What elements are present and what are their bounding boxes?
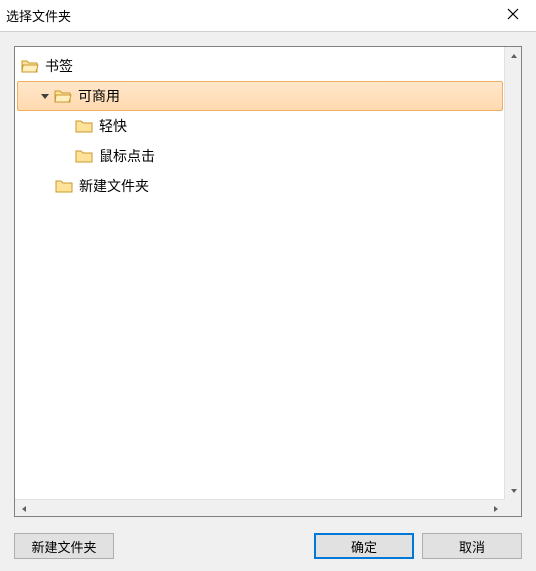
tree-row[interactable]: 新建文件夹 (15, 171, 521, 201)
select-folder-dialog: 选择文件夹 书签 (0, 0, 536, 571)
new-folder-button[interactable]: 新建文件夹 (14, 533, 114, 559)
tree-row[interactable]: 鼠标点击 (15, 141, 521, 171)
folder-icon (55, 178, 73, 194)
scroll-up-icon[interactable] (505, 47, 522, 64)
folder-icon (75, 118, 93, 134)
close-icon (507, 8, 519, 23)
tree-label: 新建文件夹 (79, 176, 149, 196)
scroll-corner (504, 499, 521, 516)
tree-row[interactable]: 轻快 (15, 111, 521, 141)
scroll-down-icon[interactable] (505, 482, 522, 499)
expander-open-icon[interactable] (38, 89, 52, 103)
tree-row[interactable]: 可商用 (17, 81, 503, 111)
folder-icon (75, 148, 93, 164)
tree-label: 可商用 (78, 86, 120, 106)
titlebar: 选择文件夹 (0, 0, 536, 32)
ok-button[interactable]: 确定 (314, 533, 414, 559)
tree-label: 书签 (45, 56, 73, 76)
scroll-left-icon[interactable] (15, 500, 32, 517)
scroll-right-icon[interactable] (487, 500, 504, 517)
dialog-content: 书签 可商用 (0, 32, 536, 531)
folder-tree[interactable]: 书签 可商用 (15, 47, 521, 516)
vertical-scrollbar[interactable] (504, 47, 521, 499)
close-button[interactable] (490, 0, 536, 32)
cancel-button[interactable]: 取消 (422, 533, 522, 559)
button-row: 新建文件夹 确定 取消 (0, 531, 536, 571)
dialog-title: 选择文件夹 (6, 6, 71, 25)
tree-label: 轻快 (99, 116, 127, 136)
folder-open-icon (21, 58, 39, 74)
tree-row-root[interactable]: 书签 (15, 51, 521, 81)
tree-label: 鼠标点击 (99, 146, 155, 166)
folder-tree-panel: 书签 可商用 (14, 46, 522, 517)
folder-open-icon (54, 88, 72, 104)
horizontal-scrollbar[interactable] (15, 499, 504, 516)
